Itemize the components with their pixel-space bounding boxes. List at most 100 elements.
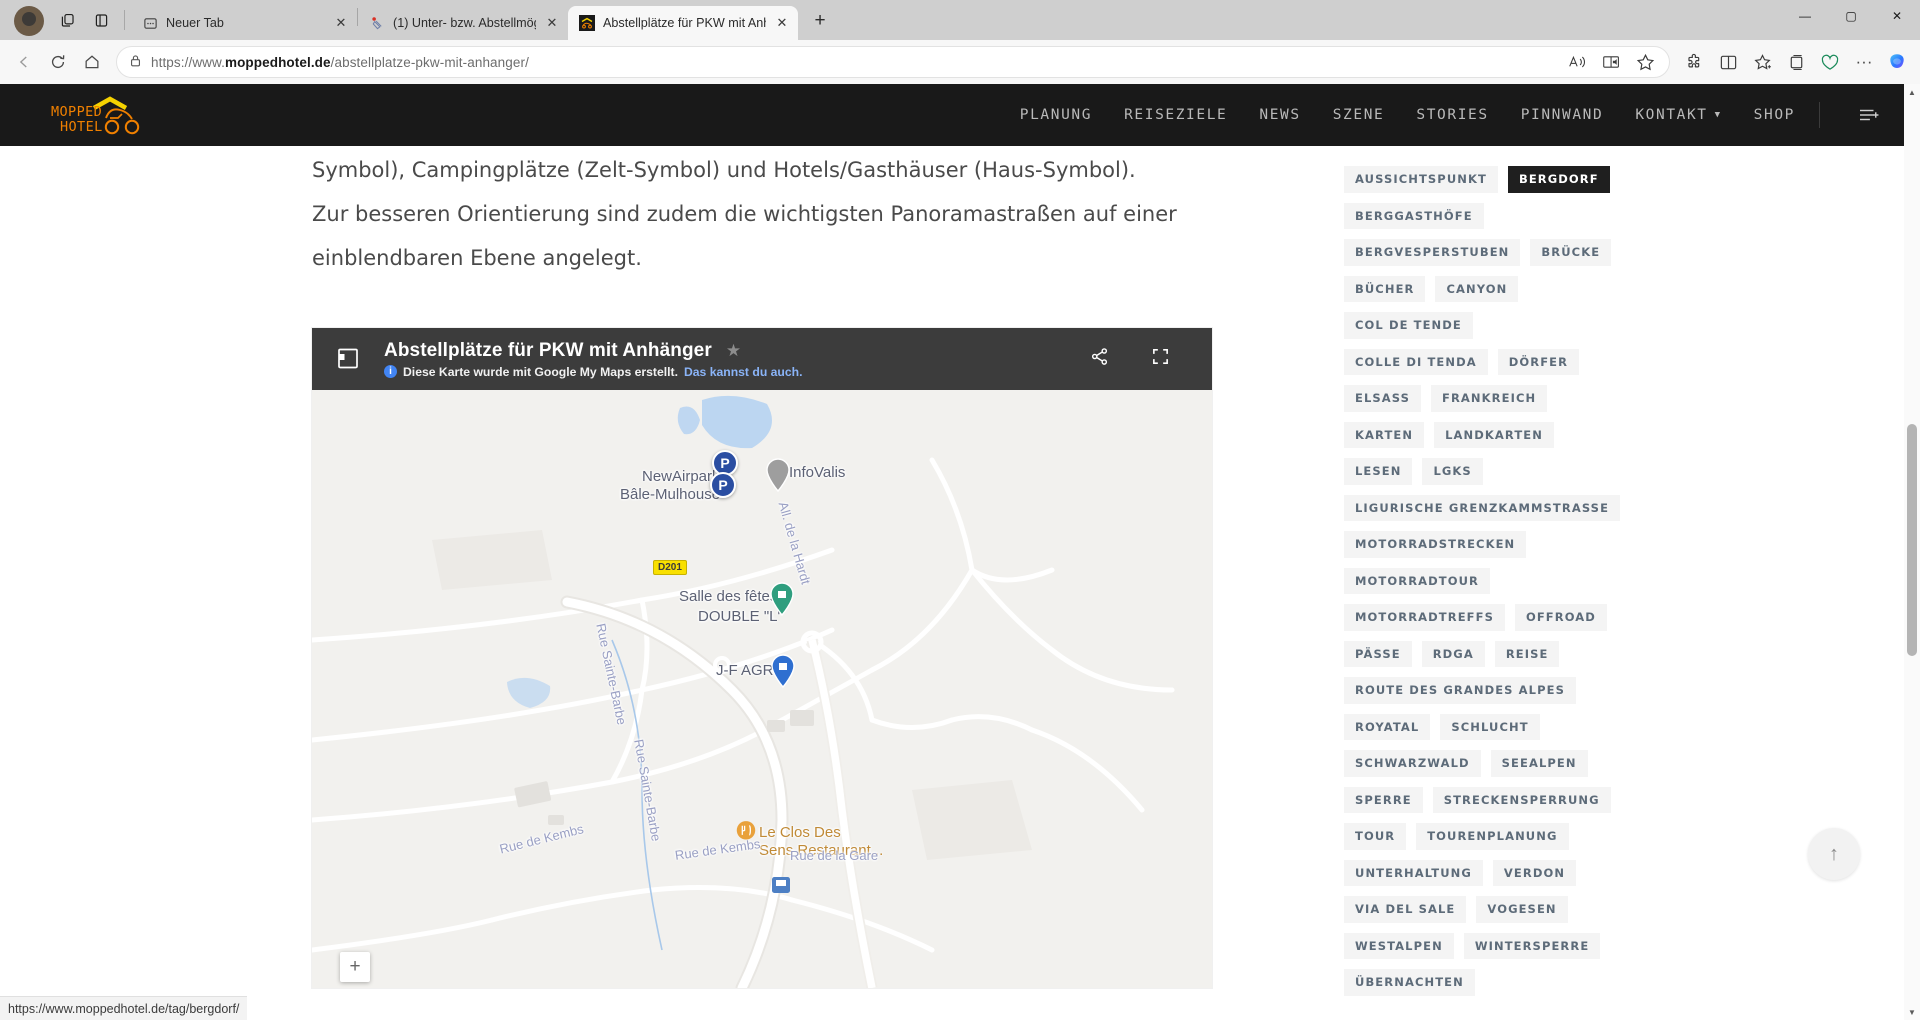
home-button[interactable]: [76, 46, 108, 78]
tag-col-de-tende[interactable]: COL DE TENDE: [1344, 312, 1473, 339]
tag-elsass[interactable]: ELSASS: [1344, 385, 1422, 412]
split-screen-icon[interactable]: [1712, 46, 1744, 78]
map-pin-salle-des-fetes[interactable]: [769, 582, 795, 616]
paragraph-line-3: einblendbaren Ebene angelegt.: [312, 246, 642, 270]
maximize-button[interactable]: ▢: [1828, 0, 1874, 32]
browser-tab-active[interactable]: Abstellplätze für PKW mit Anhäng ✕: [568, 6, 798, 40]
browser-tab[interactable]: Neuer Tab ✕: [131, 6, 357, 40]
map-pin-jf-agri[interactable]: [770, 654, 796, 688]
tag-lesen[interactable]: LESEN: [1344, 458, 1413, 485]
tag-schwarzwald[interactable]: SCHWARZWALD: [1344, 750, 1481, 777]
split-pane-icon[interactable]: [84, 3, 118, 37]
tag-colle-di-tenda[interactable]: COLLE DI TENDA: [1344, 348, 1488, 375]
minimize-button[interactable]: —: [1782, 0, 1828, 32]
tag-seealpen[interactable]: SEEALPEN: [1490, 750, 1588, 777]
share-icon[interactable]: [1090, 347, 1109, 371]
toolbar-actions: ···: [1678, 46, 1912, 78]
copilot-icon[interactable]: [1882, 47, 1912, 77]
tag-motorradtour[interactable]: MOTORRADTOUR: [1344, 567, 1491, 594]
tag-schlucht[interactable]: SCHLUCHT: [1440, 713, 1540, 740]
fullscreen-icon[interactable]: [1151, 347, 1170, 371]
profile-avatar[interactable]: [14, 6, 44, 36]
back-button[interactable]: [8, 46, 40, 78]
tag-verdon[interactable]: VERDON: [1492, 859, 1577, 886]
tag-berggasthoefe[interactable]: BERGGASTHÖFE: [1344, 202, 1484, 229]
google-my-maps-embed[interactable]: Abstellplätze für PKW mit Anhänger ★ i D…: [312, 328, 1212, 988]
map-label-salle-des-fetes: Salle des fêtes: [679, 588, 778, 605]
tag-frankreich[interactable]: FRANKREICH: [1431, 385, 1548, 412]
tag-ligurische-grenzkammstrasse[interactable]: LIGURISCHE GRENZKAMMSTRASSE: [1344, 494, 1621, 521]
tag-karten[interactable]: KARTEN: [1344, 421, 1425, 448]
tag-canyon[interactable]: CANYON: [1435, 275, 1519, 302]
map-pin-infovalis[interactable]: [765, 458, 791, 492]
back-to-top-button[interactable]: ↑: [1808, 828, 1860, 880]
tag-route-des-grandes-alpes[interactable]: ROUTE DES GRANDES ALPES: [1344, 677, 1576, 704]
tag-lgks[interactable]: LGKS: [1422, 458, 1483, 485]
reload-button[interactable]: [42, 46, 74, 78]
tag-bergdorf[interactable]: BERGDORF: [1507, 166, 1610, 193]
tag-wintersperre[interactable]: WINTERSPERRE: [1463, 932, 1601, 959]
tag-westalpen[interactable]: WESTALPEN: [1344, 932, 1454, 959]
nav-item-stories[interactable]: STORIES: [1400, 107, 1504, 123]
close-window-button[interactable]: ✕: [1874, 0, 1920, 32]
tag-doerfer[interactable]: DÖRFER: [1497, 348, 1580, 375]
tag-motorradstrecken[interactable]: MOTORRADSTRECKEN: [1344, 531, 1527, 558]
site-logo[interactable]: MOPPED HOTEL: [50, 94, 162, 136]
browser-tab[interactable]: (1) Unter- bzw. Abstellmöglichkeit ✕: [358, 6, 568, 40]
tag-buecher[interactable]: BÜCHER: [1344, 275, 1426, 302]
scroll-up-arrow-icon[interactable]: ▲: [1904, 84, 1920, 100]
nav-item-kontakt[interactable]: KONTAKT ▼: [1619, 107, 1737, 123]
tag-offroad[interactable]: OFFROAD: [1514, 604, 1607, 631]
immersive-reader-icon[interactable]: [1601, 54, 1621, 70]
favorites-bar-icon[interactable]: [1746, 46, 1778, 78]
tab-search-icon[interactable]: [50, 3, 84, 37]
tab-close-icon[interactable]: ✕: [774, 15, 790, 31]
scrollbar-thumb[interactable]: [1907, 424, 1917, 656]
tag-aussichtspunkt[interactable]: AUSSICHTSPUNKT: [1344, 166, 1498, 193]
tag-royatal[interactable]: ROYATAL: [1344, 713, 1431, 740]
add-favorite-icon[interactable]: [1635, 53, 1655, 71]
tag-bergvesperstuben[interactable]: BERGVESPERSTUBEN: [1344, 239, 1521, 266]
tag-bruecke[interactable]: BRÜCKE: [1530, 239, 1612, 266]
address-bar[interactable]: https://www.moppedhotel.de/abstellplatze…: [116, 46, 1670, 78]
more-settings-button[interactable]: ···: [1848, 46, 1880, 78]
tag-uebernachten[interactable]: ÜBERNACHTEN: [1344, 969, 1475, 996]
nav-item-pinnwand[interactable]: PINNWAND: [1505, 107, 1620, 123]
map-pin-restaurant[interactable]: [734, 820, 760, 854]
browser-essentials-icon[interactable]: [1814, 46, 1846, 78]
nav-item-shop[interactable]: SHOP: [1738, 107, 1811, 123]
tag-motorradtreffs[interactable]: MOTORRADTREFFS: [1344, 604, 1505, 631]
tag-unterhaltung[interactable]: UNTERHALTUNG: [1344, 859, 1483, 886]
page-scrollbar[interactable]: ▲ ▼: [1904, 84, 1920, 1020]
nav-item-news[interactable]: NEWS: [1243, 107, 1316, 123]
collections-icon[interactable]: [1780, 46, 1812, 78]
tag-rdga[interactable]: RDGA: [1421, 640, 1485, 667]
tag-streckensperrung[interactable]: STRECKENSPERRUNG: [1432, 786, 1611, 813]
tag-tourenplanung[interactable]: TOURENPLANUNG: [1416, 823, 1569, 850]
tag-sperre[interactable]: SPERRE: [1344, 786, 1423, 813]
scroll-down-arrow-icon[interactable]: ▼: [1904, 1004, 1920, 1020]
map-title: Abstellplätze für PKW mit Anhänger: [384, 339, 712, 361]
new-tab-button[interactable]: +: [806, 7, 834, 35]
nav-item-reiseziele[interactable]: REISEZIELE: [1108, 107, 1243, 123]
read-aloud-icon[interactable]: [1567, 54, 1587, 70]
tag-reise[interactable]: REISE: [1494, 640, 1560, 667]
map-favorite-star-icon[interactable]: ★: [726, 341, 741, 361]
tag-via-del-sale[interactable]: VIA DEL SALE: [1344, 896, 1467, 923]
map-notice-link[interactable]: Das kannst du auch.: [684, 365, 803, 379]
map-canvas[interactable]: D201 NewAirpark Bâle-Mulhouse InfoValis …: [312, 390, 1212, 988]
tag-vogesen[interactable]: VOGESEN: [1476, 896, 1568, 923]
tab-close-icon[interactable]: ✕: [544, 15, 560, 31]
nav-item-szene[interactable]: SZENE: [1317, 107, 1401, 123]
extensions-icon[interactable]: [1678, 46, 1710, 78]
map-zoom-in-button[interactable]: +: [340, 952, 370, 982]
map-marker-parking-2[interactable]: P: [710, 472, 736, 498]
site-info-lock-icon[interactable]: [127, 54, 143, 71]
map-legend-icon[interactable]: [334, 346, 362, 372]
tag-paesse[interactable]: PÄSSE: [1344, 640, 1412, 667]
nav-item-planung[interactable]: PLANUNG: [1004, 107, 1108, 123]
tag-landkarten[interactable]: LANDKARTEN: [1434, 421, 1554, 448]
tab-close-icon[interactable]: ✕: [333, 15, 349, 31]
tag-tour[interactable]: TOUR: [1344, 823, 1407, 850]
map-pin-station[interactable]: [770, 875, 796, 909]
